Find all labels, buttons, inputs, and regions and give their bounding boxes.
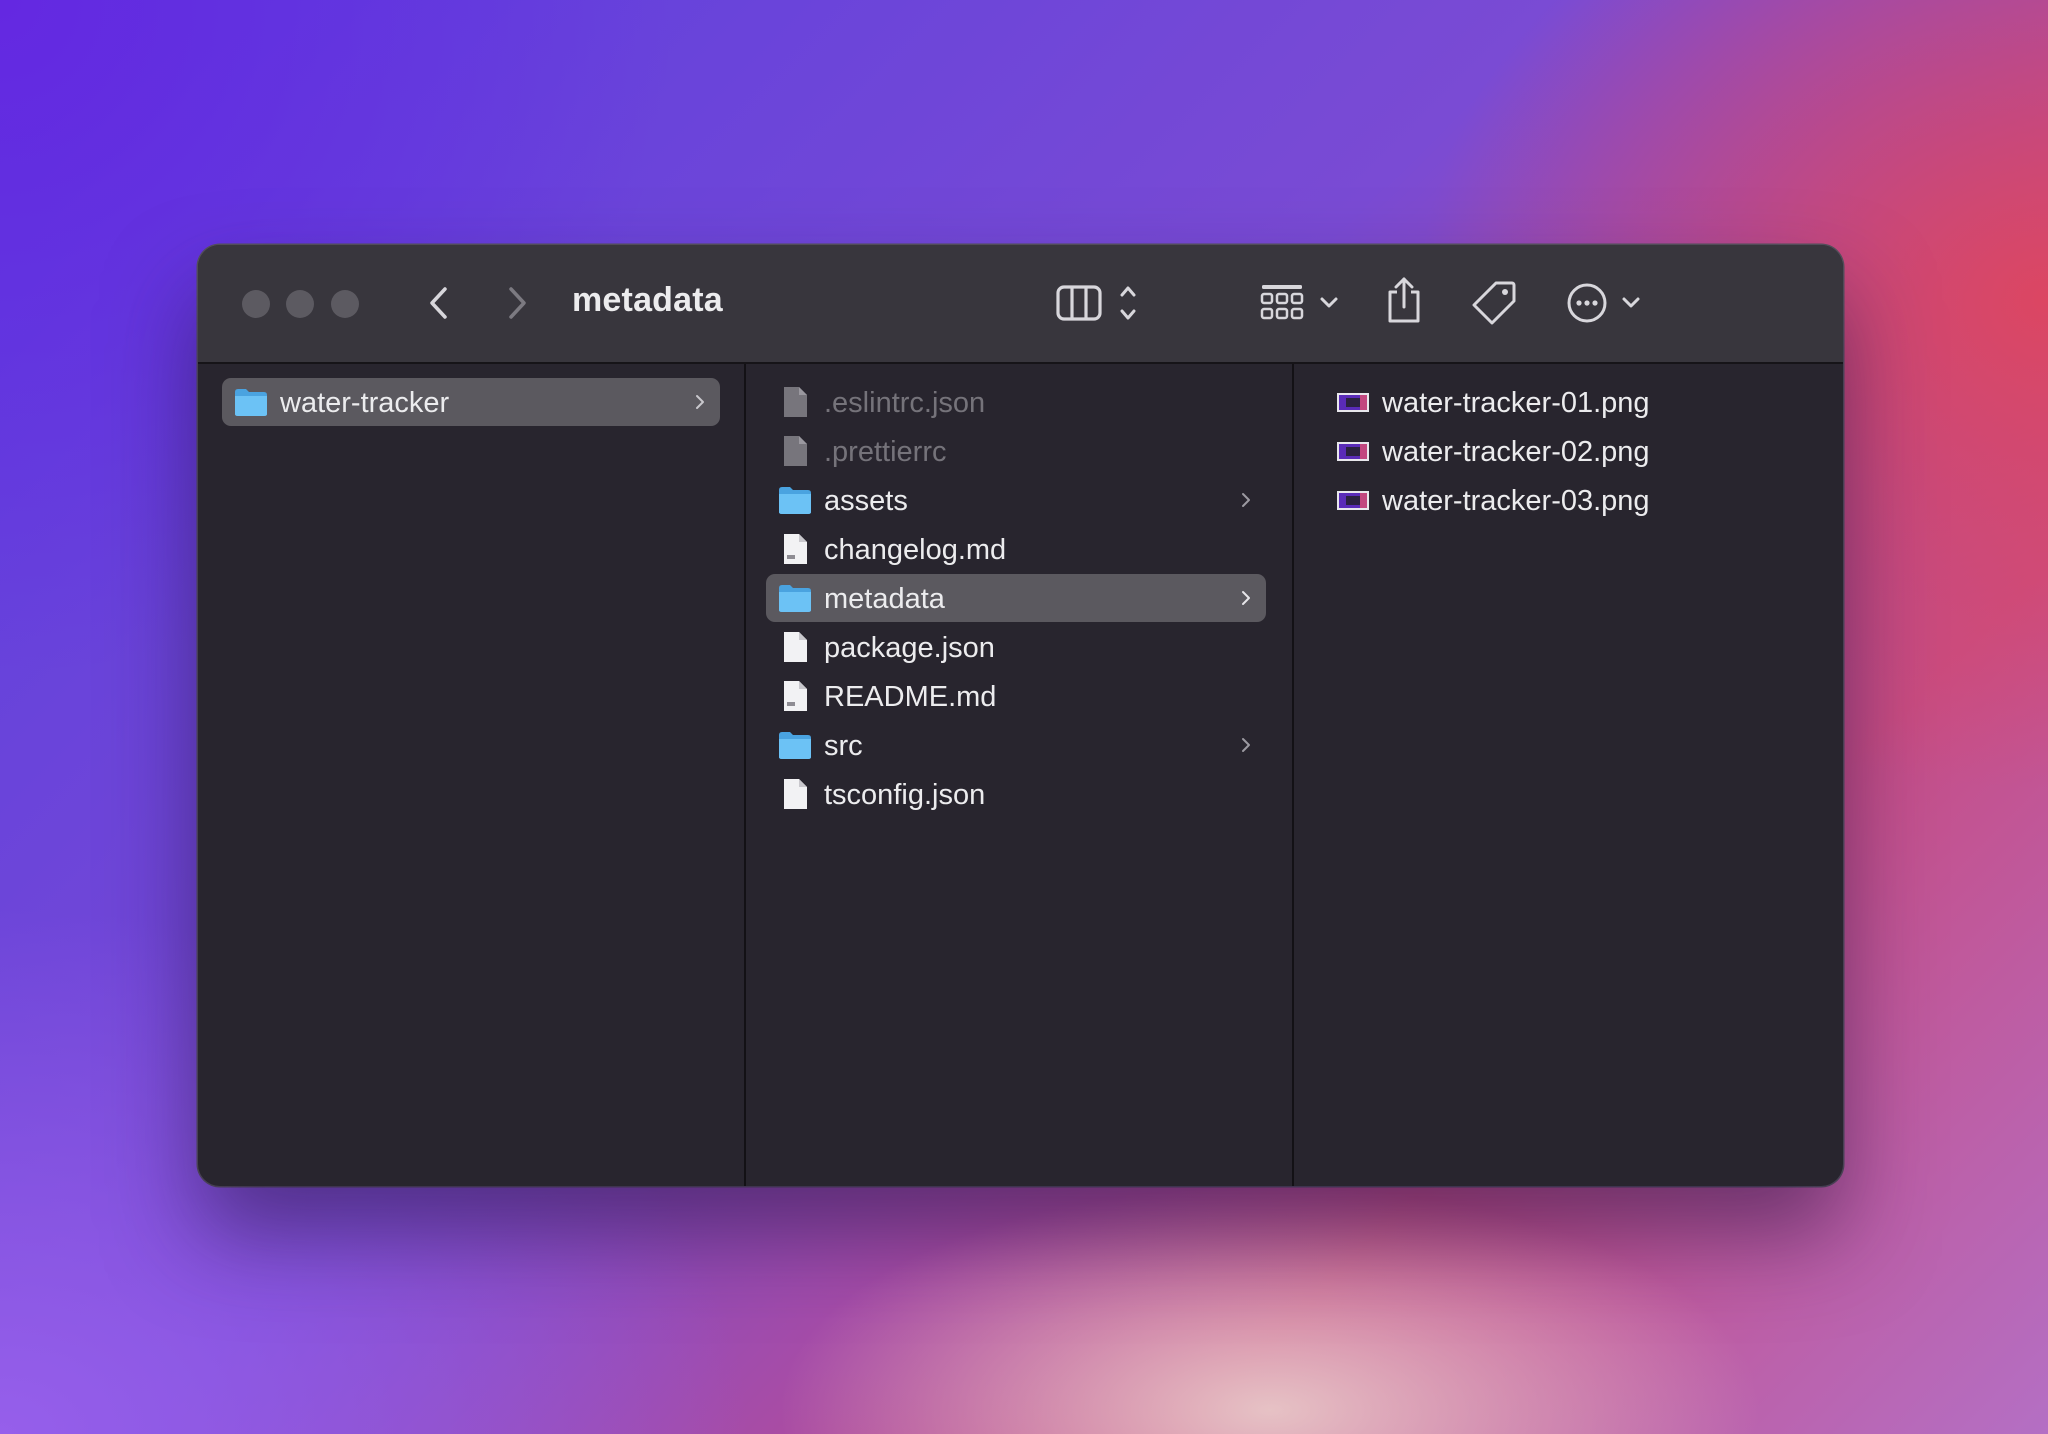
file-icon <box>784 779 807 809</box>
list-item-metadata[interactable]: metadata <box>766 574 1266 622</box>
image-file-icon <box>1337 442 1369 461</box>
forward-icon <box>509 287 526 319</box>
list-item-png-02[interactable]: water-tracker-02.png <box>1324 427 1824 475</box>
item-label: .eslintrc.json <box>824 387 986 419</box>
tag-button[interactable] <box>1472 279 1518 325</box>
chevron-right-icon <box>1242 738 1250 752</box>
window-title: metadata <box>572 281 723 319</box>
minimize-window-button[interactable] <box>286 290 314 318</box>
tag-icon <box>1472 281 1516 325</box>
chevron-right-icon <box>1242 493 1250 507</box>
item-label: assets <box>824 485 908 517</box>
folder-icon <box>779 487 811 514</box>
list-item-tsconfig[interactable]: tsconfig.json <box>766 770 1266 818</box>
forward-button[interactable] <box>496 283 536 323</box>
list-item-changelog[interactable]: changelog.md <box>766 525 1266 573</box>
image-file-icon <box>1337 393 1369 412</box>
item-label: package.json <box>824 632 995 664</box>
list-item-package-json[interactable]: package.json <box>766 623 1266 671</box>
view-columns-icon <box>1056 285 1136 321</box>
column-metadata: water-tracker-01.png water-tracker-02.pn… <box>1294 364 1843 1186</box>
more-actions-icon <box>1567 283 1640 323</box>
list-item-png-03[interactable]: water-tracker-03.png <box>1324 476 1824 524</box>
list-item-png-01[interactable]: water-tracker-01.png <box>1324 378 1824 426</box>
item-label: src <box>824 730 863 762</box>
item-label: water-tracker <box>280 387 450 419</box>
file-icon <box>784 632 807 662</box>
file-icon <box>784 387 807 417</box>
item-label: tsconfig.json <box>824 779 986 811</box>
image-file-icon <box>1337 491 1369 510</box>
list-item-assets[interactable]: assets <box>766 476 1266 524</box>
share-icon <box>1388 277 1420 323</box>
file-icon <box>784 436 807 466</box>
view-mode-button[interactable] <box>1056 281 1146 325</box>
list-item-water-tracker[interactable]: water-tracker <box>222 378 720 426</box>
list-item-eslintrc[interactable]: .eslintrc.json <box>766 378 1266 426</box>
group-button[interactable] <box>1260 281 1348 325</box>
group-icon <box>1260 285 1338 320</box>
toolbar: metadata <box>198 245 1843 364</box>
back-button[interactable] <box>420 283 460 323</box>
item-label: .prettierrc <box>824 436 947 468</box>
folder-icon <box>235 389 267 416</box>
list-item-readme[interactable]: README.md <box>766 672 1266 720</box>
markdown-file-icon <box>784 681 807 711</box>
more-actions-button[interactable] <box>1566 281 1656 325</box>
item-label: metadata <box>824 583 945 615</box>
back-icon <box>430 287 447 319</box>
share-button[interactable] <box>1384 275 1424 325</box>
column-root: water-tracker <box>198 364 746 1186</box>
list-item-prettierrc[interactable]: .prettierrc <box>766 427 1266 475</box>
zoom-window-button[interactable] <box>331 290 359 318</box>
close-window-button[interactable] <box>242 290 270 318</box>
item-label: changelog.md <box>824 534 1007 566</box>
item-label: README.md <box>824 681 997 713</box>
finder-window: metadata water-tracker .eslintrc.json .p… <box>198 245 1843 1186</box>
item-label: water-tracker-01.png <box>1382 387 1650 419</box>
folder-icon <box>779 732 811 759</box>
folder-icon <box>779 585 811 612</box>
column-water-tracker: .eslintrc.json .prettierrc assets change… <box>746 364 1294 1186</box>
chevron-right-icon <box>696 395 704 409</box>
item-label: water-tracker-03.png <box>1382 485 1650 517</box>
item-label: water-tracker-02.png <box>1382 436 1650 468</box>
markdown-file-icon <box>784 534 807 564</box>
chevron-right-icon <box>1242 591 1250 605</box>
list-item-src[interactable]: src <box>766 721 1266 769</box>
